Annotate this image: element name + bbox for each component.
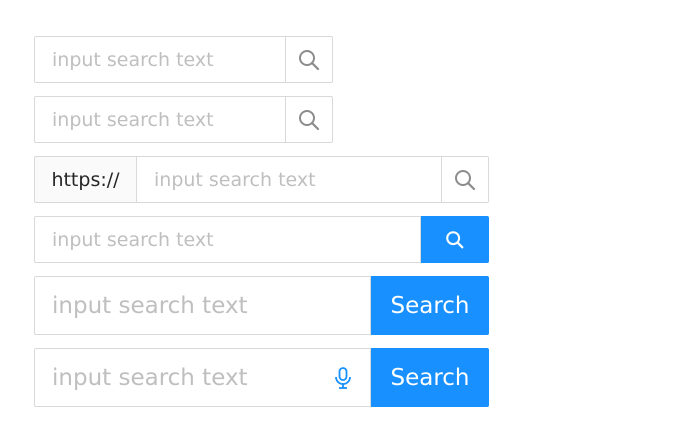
search-group-3: https:// input search text xyxy=(34,156,489,203)
search-input[interactable]: input search text xyxy=(34,96,286,143)
search-button[interactable] xyxy=(442,156,489,203)
search-group-1: input search text xyxy=(34,36,333,83)
search-group-4: input search text xyxy=(34,216,489,263)
search-group-2: input search text xyxy=(34,96,333,143)
search-input[interactable]: input search text xyxy=(34,276,371,335)
search-input[interactable]: input search text xyxy=(136,156,442,203)
search-placeholder: input search text xyxy=(52,292,248,319)
search-group-6: input search text Search xyxy=(34,348,489,407)
search-button-label: Search xyxy=(390,292,470,319)
search-input[interactable]: input search text xyxy=(34,348,371,407)
search-placeholder: input search text xyxy=(52,364,248,391)
search-button[interactable] xyxy=(421,216,489,263)
search-icon xyxy=(455,169,476,190)
search-placeholder: input search text xyxy=(154,168,316,191)
microphone-icon[interactable] xyxy=(331,365,355,391)
search-input[interactable]: input search text xyxy=(34,36,286,83)
search-placeholder: input search text xyxy=(52,108,214,131)
search-placeholder: input search text xyxy=(52,48,214,71)
search-button[interactable] xyxy=(286,36,333,83)
search-placeholder: input search text xyxy=(52,228,214,251)
search-button[interactable] xyxy=(286,96,333,143)
search-button[interactable]: Search xyxy=(371,348,489,407)
search-button-label: Search xyxy=(390,364,470,391)
search-group-5: input search text Search xyxy=(34,276,489,335)
search-icon xyxy=(299,109,320,130)
url-prefix-label: https:// xyxy=(51,168,120,191)
search-icon xyxy=(446,230,464,248)
search-icon xyxy=(299,49,320,70)
search-input[interactable]: input search text xyxy=(34,216,421,263)
url-prefix-addon: https:// xyxy=(34,156,136,203)
search-button[interactable]: Search xyxy=(371,276,489,335)
